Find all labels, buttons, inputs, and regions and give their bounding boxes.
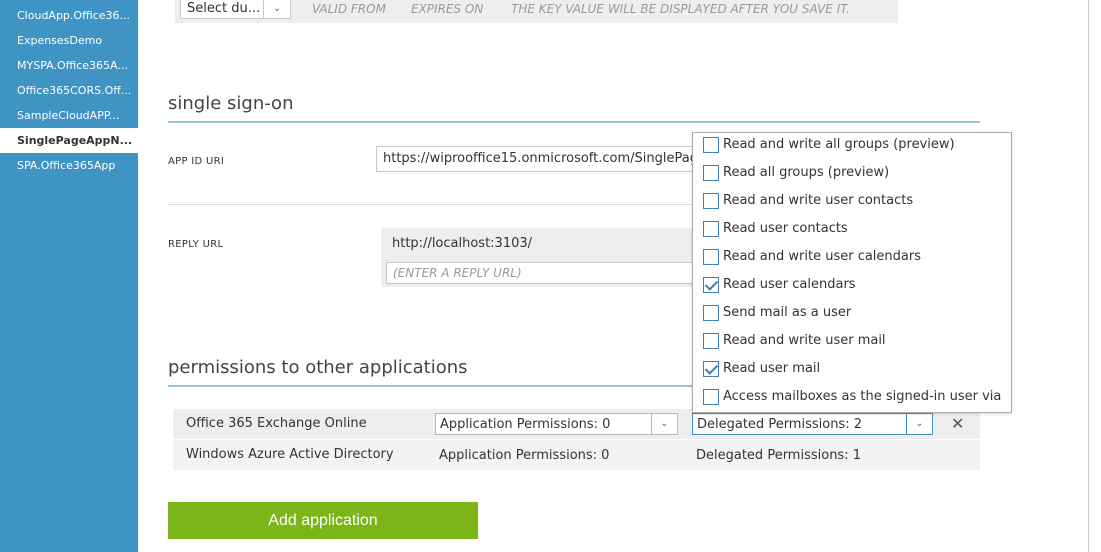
permission-option-label: Read and write user contacts [723, 193, 914, 208]
permission-option-label: Send mail as a user [723, 305, 852, 320]
permission-option[interactable]: Read and write all groups (preview) [693, 133, 1011, 161]
checkbox-icon[interactable] [703, 165, 719, 181]
chevron-down-icon: ⌄ [651, 414, 677, 434]
col-expires-on: EXPIRES ON [411, 2, 484, 16]
permission-option-label: Read and write all groups (preview) [723, 137, 955, 152]
application-permissions-value[interactable]: Application Permissions: 0 [439, 448, 609, 463]
sidebar-item-expensesdemo[interactable]: ExpensesDemo [0, 28, 138, 53]
app-name-azure-ad: Windows Azure Active Directory [186, 447, 394, 462]
permission-option[interactable]: Read user contacts [693, 217, 1011, 245]
sidebar-item-myspa[interactable]: MYSPA.Office365A... [0, 53, 138, 78]
permission-option-label: Read user calendars [723, 277, 856, 292]
reply-url-label: REPLY URL [168, 239, 224, 250]
permission-option[interactable]: Read user calendars [693, 273, 1011, 301]
permission-option-label: Read and write user calendars [723, 249, 921, 264]
duration-select-value: Select du... [187, 1, 261, 16]
permission-option[interactable]: Read user mail [693, 357, 1011, 385]
sso-section-title: single sign-on [168, 93, 294, 114]
close-icon[interactable]: ✕ [951, 414, 964, 433]
delegated-permissions-panel: Read and write all groups (preview) Read… [692, 132, 1012, 413]
col-key-value: THE KEY VALUE WILL BE DISPLAYED AFTER YO… [511, 2, 850, 16]
reply-url-input[interactable]: (ENTER A REPLY URL) [386, 262, 698, 284]
permission-option[interactable]: Read and write user calendars [693, 245, 1011, 273]
application-permissions-value: Application Permissions: 0 [440, 417, 611, 432]
delegated-permissions-value: Delegated Permissions: 2 [697, 417, 862, 432]
permission-option-label: Access mailboxes as the signed-in user v… [723, 389, 1003, 404]
sidebar-item-samplecloudapp[interactable]: SampleCloudAPP... [0, 103, 138, 128]
checkbox-icon[interactable] [703, 137, 719, 153]
app-name-exchange: Office 365 Exchange Online [186, 416, 367, 431]
checkbox-icon[interactable] [703, 333, 719, 349]
permission-option[interactable]: Read all groups (preview) [693, 161, 1011, 189]
permission-option[interactable]: Access mailboxes as the signed-in user v… [693, 385, 1011, 412]
add-application-button[interactable]: Add application [168, 502, 478, 539]
app-id-label: APP ID URI [168, 156, 225, 167]
chevron-down-icon: ⌄ [263, 0, 290, 18]
sidebar-item-cloudapp[interactable]: CloudApp.Office36... [0, 3, 138, 28]
checkbox-icon[interactable] [703, 305, 719, 321]
sidebar-item-singlepageapp[interactable]: SinglePageAppN... [0, 128, 138, 153]
checkbox-checked-icon[interactable] [703, 361, 719, 377]
checkbox-checked-icon[interactable] [703, 277, 719, 293]
permission-option-label: Read user contacts [723, 221, 848, 236]
permission-option-label: Read and write user mail [723, 333, 886, 348]
permission-option[interactable]: Read and write user contacts [693, 189, 1011, 217]
app-id-uri-input[interactable]: https://wiprooffice15.onmicrosoft.com/Si… [376, 146, 698, 172]
permissions-section-title: permissions to other applications [168, 357, 468, 378]
duration-select[interactable]: Select du... ⌄ [180, 0, 291, 19]
checkbox-icon[interactable] [703, 221, 719, 237]
col-valid-from: VALID FROM [312, 2, 386, 16]
delegated-permissions-value[interactable]: Delegated Permissions: 1 [696, 448, 861, 463]
delegated-permissions-dropdown[interactable]: Delegated Permissions: 2 ⌄ [692, 413, 933, 435]
checkbox-icon[interactable] [703, 193, 719, 209]
permission-option[interactable]: Read and write user mail [693, 329, 1011, 357]
sidebar: CloudApp.Office36... ExpensesDemo MYSPA.… [0, 0, 138, 552]
permission-option-label: Read user mail [723, 361, 821, 376]
application-permissions-dropdown[interactable]: Application Permissions: 0 ⌄ [435, 413, 678, 435]
scrollbar[interactable] [1088, 0, 1101, 552]
reply-url-value[interactable]: http://localhost:3103/ [392, 236, 532, 251]
permission-option[interactable]: Send mail as a user [693, 301, 1011, 329]
sidebar-item-office365cors[interactable]: Office365CORS.Off... [0, 78, 138, 103]
divider [168, 121, 980, 123]
checkbox-icon[interactable] [703, 249, 719, 265]
sidebar-item-spa-office365app[interactable]: SPA.Office365App [0, 153, 138, 178]
permission-option-label: Read all groups (preview) [723, 165, 890, 180]
chevron-down-icon: ⌄ [906, 414, 932, 434]
checkbox-icon[interactable] [703, 389, 719, 405]
